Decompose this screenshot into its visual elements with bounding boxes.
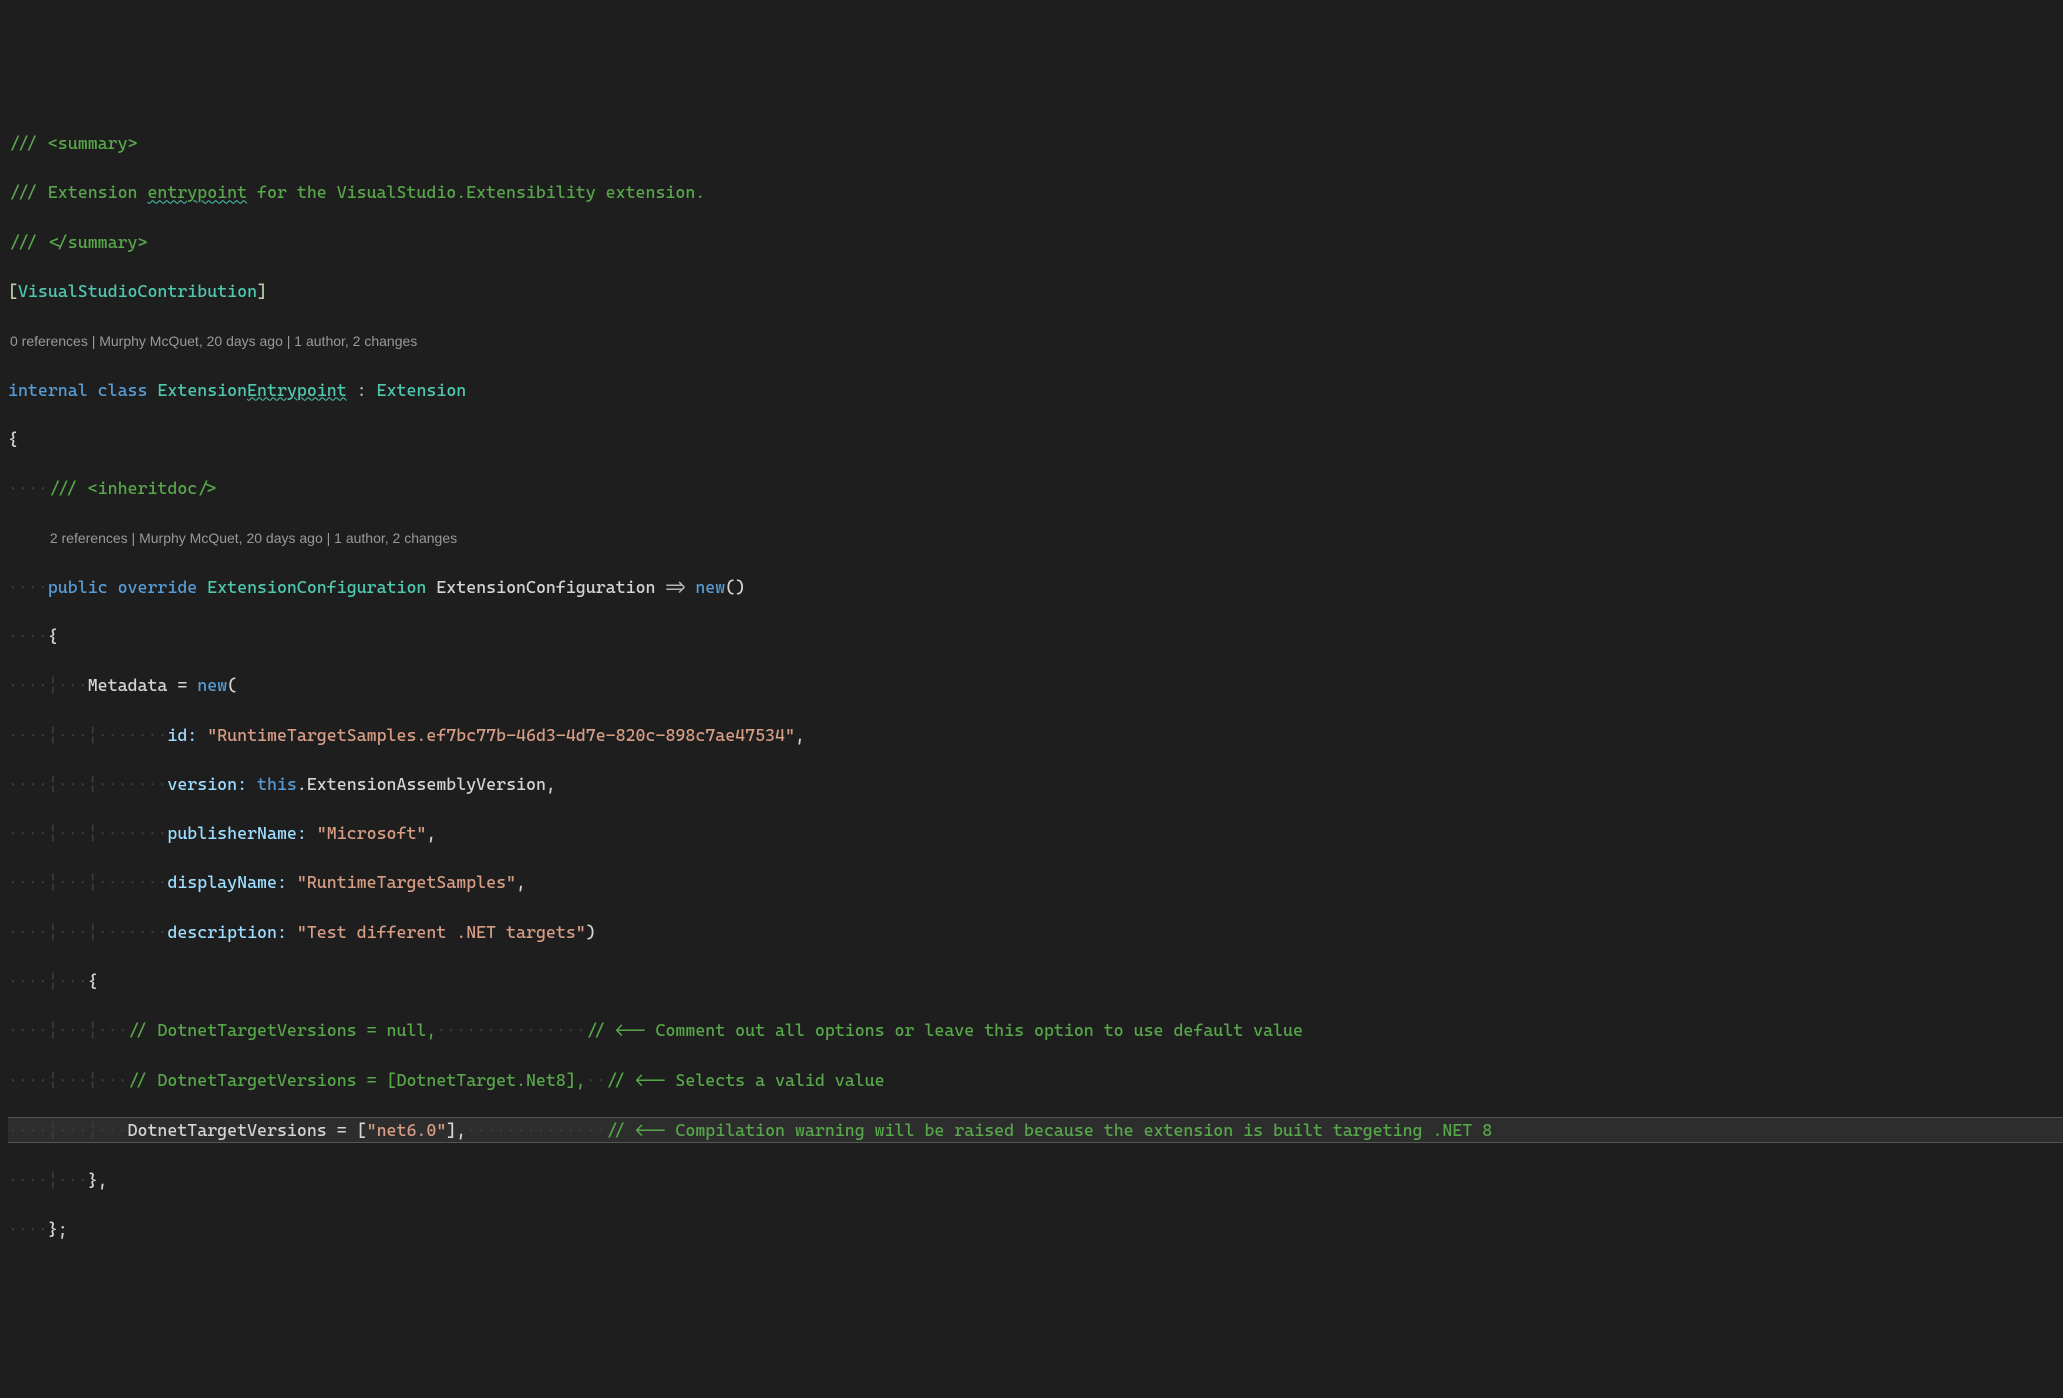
param-version: version: [167, 774, 257, 794]
code-line: /// </summary> [8, 230, 2063, 255]
property-ref: DotnetTargetVersions [128, 1120, 327, 1140]
base-type: Extension [377, 380, 467, 400]
code-line: [VisualStudioContribution] [8, 279, 2063, 304]
attribute-bracket: [ [8, 281, 18, 301]
property-assign: Metadata = [88, 675, 198, 695]
code-line: internal class ExtensionEntrypoint : Ext… [8, 378, 2063, 403]
code-line: ····¦···¦·······displayName: "RuntimeTar… [8, 870, 2063, 895]
attribute-bracket: ] [257, 281, 267, 301]
property-name: ExtensionConfiguration [436, 577, 655, 597]
attribute-name: VisualStudioContribution [18, 281, 257, 301]
code-line: ····public override ExtensionConfigurati… [8, 575, 2063, 600]
code-editor[interactable]: /// <summary> /// Extension entrypoint f… [8, 107, 2063, 1267]
comment: // <-- Comment out all options or leave … [586, 1020, 1303, 1040]
codelens-info[interactable]: 0 references | Murphy McQuet, 20 days ag… [8, 333, 417, 349]
code-line: ····¦···¦·······id: "RuntimeTargetSample… [8, 723, 2063, 748]
code-line: ····¦···¦·······description: "Test diffe… [8, 920, 2063, 945]
param-publisher: publisherName: [167, 823, 316, 843]
codelens-info[interactable]: 2 references | Murphy McQuet, 20 days ag… [48, 530, 457, 546]
keyword: internal [8, 380, 88, 400]
code-line: { [8, 427, 2063, 452]
return-type: ExtensionConfiguration [207, 577, 426, 597]
xml-doc-inherit: /// <inheritdoc/> [48, 478, 217, 498]
code-line: ····¦···¦···// DotnetTargetVersions = nu… [8, 1018, 2063, 1043]
xml-doc-body: /// Extension entrypoint for the VisualS… [8, 182, 705, 202]
comment: // DotnetTargetVersions = [DotnetTarget.… [128, 1070, 586, 1090]
code-line: /// <summary> [8, 131, 2063, 156]
comment: // <-- Selects a valid value [606, 1070, 885, 1090]
string-literal: "net6.0" [367, 1120, 447, 1140]
code-line-current: ····¦···¦···DotnetTargetVersions = ["net… [8, 1117, 2063, 1144]
code-line: ····¦···}, [8, 1168, 2063, 1193]
string-literal: "RuntimeTargetSamples.ef7bc77b-46d3-4d7e… [207, 725, 795, 745]
code-line: ····¦···{ [8, 969, 2063, 994]
xml-doc-summary-open: /// <summary> [8, 133, 138, 153]
codelens-line[interactable]: 2 references | Murphy McQuet, 20 days ag… [8, 525, 2063, 550]
code-line: ····{ [8, 624, 2063, 649]
string-literal: "RuntimeTargetSamples" [297, 872, 516, 892]
code-line: ····}; [8, 1217, 2063, 1242]
code-line: ····¦···Metadata = new( [8, 673, 2063, 698]
string-literal: "Test different .NET targets" [297, 922, 586, 942]
comment: // DotnetTargetVersions = null, [128, 1020, 437, 1040]
param-id: id: [167, 725, 197, 745]
param-description: description: [167, 922, 297, 942]
code-line: ····/// <inheritdoc/> [8, 476, 2063, 501]
codelens-line[interactable]: 0 references | Murphy McQuet, 20 days ag… [8, 328, 2063, 353]
code-line: /// Extension entrypoint for the VisualS… [8, 180, 2063, 205]
xml-doc-summary-close: /// </summary> [8, 232, 147, 252]
class-name: ExtensionEntrypoint [157, 380, 346, 400]
code-line: ····¦···¦···// DotnetTargetVersions = [D… [8, 1068, 2063, 1093]
param-displayname: displayName: [167, 872, 297, 892]
comment: // <-- Compilation warning will be raise… [606, 1120, 1493, 1140]
string-literal: "Microsoft" [317, 823, 427, 843]
member-ref: ExtensionAssemblyVersion [307, 774, 546, 794]
keyword: class [98, 380, 148, 400]
code-line: ····¦···¦·······version: this.ExtensionA… [8, 772, 2063, 797]
code-line: ····¦···¦·······publisherName: "Microsof… [8, 821, 2063, 846]
